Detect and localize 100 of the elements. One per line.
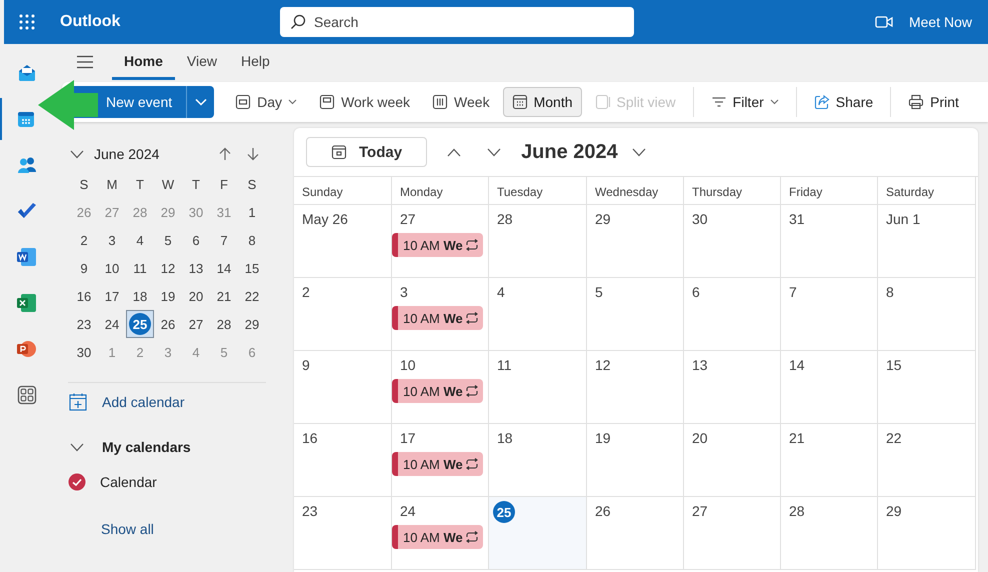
arrow-up-icon[interactable]: [218, 147, 232, 161]
day-cell[interactable]: 5: [587, 278, 684, 351]
mini-calendar-day[interactable]: 13: [182, 254, 210, 282]
add-calendar-button[interactable]: Add calendar: [68, 391, 185, 413]
day-cell[interactable]: 3 10 AM We: [392, 278, 489, 351]
mini-calendar-day[interactable]: 18: [126, 282, 154, 310]
mini-calendar-day[interactable]: 20: [182, 282, 210, 310]
day-number: 29: [595, 211, 611, 227]
day-cell[interactable]: 11: [489, 351, 587, 424]
day-cell[interactable]: 17 10 AM We: [392, 424, 489, 497]
mini-calendar-day[interactable]: 29: [238, 310, 266, 338]
mini-calendar-title[interactable]: June 2024: [94, 146, 204, 162]
month-title-dropdown[interactable]: June 2024: [521, 140, 646, 164]
day-cell[interactable]: 12: [587, 351, 684, 424]
event-chip[interactable]: 10 AM We: [392, 306, 483, 330]
mini-calendar-day[interactable]: 19: [154, 282, 182, 310]
day-cell[interactable]: 6: [684, 278, 781, 351]
mini-calendar-day[interactable]: 11: [126, 254, 154, 282]
day-cell[interactable]: 28: [489, 205, 587, 278]
selected-day[interactable]: 25: [126, 310, 154, 338]
event-chip[interactable]: 10 AM We: [392, 233, 483, 257]
day-cell[interactable]: 23: [294, 497, 392, 570]
mini-calendar-day[interactable]: 4: [126, 226, 154, 254]
workweek-view-button[interactable]: Work week: [310, 87, 420, 117]
day-cell[interactable]: 16: [294, 424, 392, 497]
meet-now-button[interactable]: Meet Now: [874, 14, 972, 30]
day-cell[interactable]: 13: [684, 351, 781, 424]
mini-calendar-day[interactable]: 6: [182, 226, 210, 254]
printer-icon: [908, 94, 924, 110]
mini-calendar-day[interactable]: 8: [238, 226, 266, 254]
day-cell[interactable]: 10 10 AM We: [392, 351, 489, 424]
day-cell[interactable]: 21: [781, 424, 878, 497]
mini-calendar-day[interactable]: 23: [70, 310, 98, 338]
event-chip[interactable]: 10 AM We: [392, 452, 483, 476]
search-field[interactable]: Search: [280, 7, 634, 37]
day-cell[interactable]: 8: [878, 278, 976, 351]
ribbon-tab[interactable]: View: [174, 44, 229, 80]
day-cell[interactable]: 9: [294, 351, 392, 424]
mini-calendar-day[interactable]: 27: [182, 310, 210, 338]
day-cell[interactable]: 27: [684, 497, 781, 570]
today-button[interactable]: Today: [306, 137, 428, 167]
next-chevron-icon[interactable]: [487, 148, 502, 156]
new-event-dropdown[interactable]: [186, 86, 214, 118]
print-button[interactable]: Print: [899, 87, 968, 117]
mini-calendar-day[interactable]: 7: [210, 226, 238, 254]
day-cell[interactable]: 30: [684, 205, 781, 278]
mini-calendar-day[interactable]: 28: [210, 310, 238, 338]
event-chip[interactable]: 10 AM We: [392, 379, 483, 403]
mini-calendar-day[interactable]: 21: [210, 282, 238, 310]
share-button[interactable]: Share: [804, 87, 882, 117]
day-cell[interactable]: 27 10 AM We: [392, 205, 489, 278]
day-cell[interactable]: 29: [587, 205, 684, 278]
mini-calendar-day[interactable]: 3: [98, 226, 126, 254]
day-cell[interactable]: 24 10 AM We: [392, 497, 489, 570]
mini-calendar-day[interactable]: 26: [154, 310, 182, 338]
day-cell[interactable]: 4: [489, 278, 587, 351]
checked-circle-icon[interactable]: [68, 473, 86, 491]
mini-calendar-day[interactable]: 30: [70, 338, 98, 366]
day-cell[interactable]: May 26: [294, 205, 392, 278]
mini-calendar-day[interactable]: 17: [98, 282, 126, 310]
day-number: 3: [400, 284, 408, 300]
collapse-chevron-icon[interactable]: [70, 150, 84, 158]
mini-calendar-day[interactable]: 22: [238, 282, 266, 310]
day-number: May 26: [302, 211, 348, 227]
mini-calendar-day[interactable]: 14: [210, 254, 238, 282]
calendar-name[interactable]: Calendar: [100, 474, 157, 490]
ribbon-tab[interactable]: Help: [229, 44, 282, 80]
mini-calendar-day[interactable]: 12: [154, 254, 182, 282]
mini-calendar-day[interactable]: 9: [70, 254, 98, 282]
day-cell[interactable]: 19: [587, 424, 684, 497]
my-calendars-group[interactable]: My calendars: [68, 439, 191, 455]
day-cell[interactable]: Jun 1: [878, 205, 976, 278]
month-view-button[interactable]: Month: [502, 87, 582, 117]
day-cell[interactable]: 26: [587, 497, 684, 570]
mini-calendar-day[interactable]: 2: [70, 226, 98, 254]
day-view-button[interactable]: Day: [226, 87, 306, 117]
arrow-down-icon[interactable]: [246, 147, 260, 161]
day-cell[interactable]: 15: [878, 351, 976, 424]
mini-calendar-day[interactable]: 16: [70, 282, 98, 310]
day-cell[interactable]: 29: [878, 497, 976, 570]
previous-chevron-icon[interactable]: [447, 148, 462, 156]
day-cell[interactable]: 20: [684, 424, 781, 497]
day-cell[interactable]: 31: [781, 205, 878, 278]
week-view-button[interactable]: Week: [423, 87, 499, 117]
week-view-icon: [432, 94, 448, 110]
day-cell[interactable]: 22: [878, 424, 976, 497]
day-cell[interactable]: 28: [781, 497, 878, 570]
filter-button[interactable]: Filter: [702, 87, 788, 117]
mini-calendar-day[interactable]: 10: [98, 254, 126, 282]
mini-calendar-day[interactable]: 5: [154, 226, 182, 254]
today-cell[interactable]: 25: [489, 497, 587, 570]
show-all-link[interactable]: Show all: [101, 521, 154, 537]
mini-calendar-day[interactable]: 1: [238, 198, 266, 226]
day-cell[interactable]: 14: [781, 351, 878, 424]
event-chip[interactable]: 10 AM We: [392, 525, 483, 549]
mini-calendar-day[interactable]: 15: [238, 254, 266, 282]
day-cell[interactable]: 2: [294, 278, 392, 351]
mini-calendar-day[interactable]: 24: [98, 310, 126, 338]
day-cell[interactable]: 7: [781, 278, 878, 351]
weekday-header: Saturday: [878, 177, 976, 205]
